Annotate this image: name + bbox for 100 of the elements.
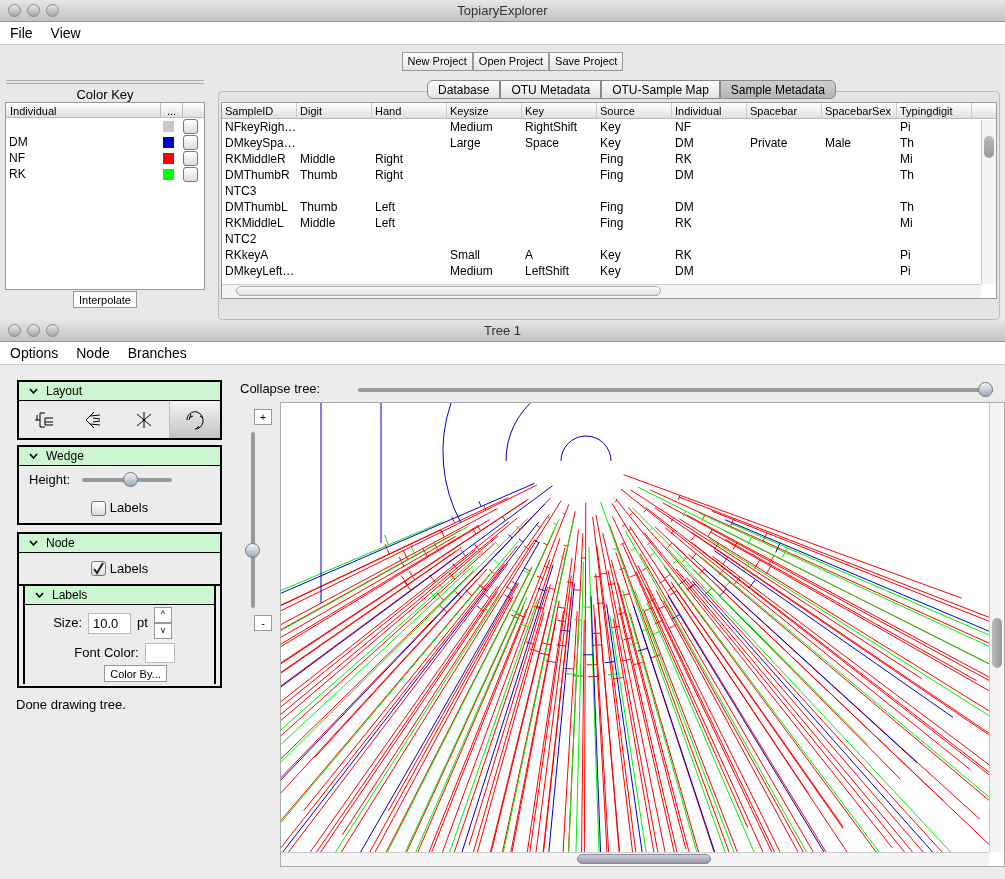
checkbox[interactable] bbox=[183, 134, 198, 150]
table-cell-text: Pi bbox=[899, 247, 912, 263]
radial-tree-icon bbox=[134, 409, 154, 430]
column-header[interactable]: Typingdigit bbox=[897, 103, 972, 118]
menu-item[interactable]: Branches bbox=[127, 342, 187, 364]
table-cell-text: Fing bbox=[599, 167, 625, 183]
table-cell-text: Space bbox=[524, 135, 561, 151]
font-color-swatch[interactable] bbox=[144, 643, 175, 663]
table-cell-text: Left bbox=[374, 215, 396, 231]
tab[interactable]: OTU Metadata bbox=[500, 80, 602, 99]
column-header[interactable]: Spacebar bbox=[747, 103, 822, 118]
table-cell-text: Key bbox=[599, 119, 622, 135]
column-header[interactable]: Individual bbox=[6, 103, 160, 117]
column-header[interactable]: Hand bbox=[372, 103, 447, 118]
column-header[interactable]: Source bbox=[597, 103, 672, 118]
window-control[interactable] bbox=[8, 324, 21, 337]
table-cell-text: Medium bbox=[449, 119, 494, 135]
category-label: NF bbox=[8, 150, 26, 167]
checkbox-label: Labels bbox=[109, 499, 149, 518]
color-swatch[interactable] bbox=[163, 136, 174, 148]
project-button[interactable]: Save Project bbox=[549, 52, 624, 71]
slider-thumb[interactable] bbox=[244, 543, 260, 559]
height-label: Height: bbox=[29, 470, 71, 489]
menu-item[interactable]: View bbox=[50, 22, 81, 44]
collapse-chevron-icon[interactable] bbox=[29, 540, 38, 546]
table-cell-text: RK bbox=[674, 247, 693, 263]
table-cell-text: DMThumbR bbox=[224, 167, 291, 183]
checkbox-label: Labels bbox=[109, 559, 149, 578]
collapse-chevron-icon[interactable] bbox=[29, 388, 38, 394]
checkbox[interactable] bbox=[183, 150, 198, 166]
color-by-button[interactable]: Color By... bbox=[104, 665, 167, 682]
window-control[interactable] bbox=[27, 4, 40, 17]
color-swatch[interactable] bbox=[163, 152, 174, 164]
checkbox[interactable] bbox=[90, 561, 106, 576]
table-cell-text: DM bbox=[674, 199, 695, 215]
horizontal-scrollbar[interactable] bbox=[281, 852, 989, 866]
tab[interactable]: Sample Metadata bbox=[719, 80, 836, 99]
tab[interactable]: Database bbox=[427, 80, 501, 99]
table-cell-text: Thumb bbox=[299, 167, 339, 183]
table-cell-text: RK bbox=[674, 151, 693, 167]
collapse-chevron-icon[interactable] bbox=[35, 592, 44, 598]
table-cell-text: LeftShift bbox=[524, 263, 571, 279]
table-cell-text: Key bbox=[599, 135, 622, 151]
size-field[interactable]: 10.0 bbox=[88, 612, 132, 634]
color-swatch[interactable] bbox=[163, 120, 174, 132]
checkbox[interactable] bbox=[183, 166, 198, 182]
column-header[interactable]: Individual bbox=[672, 103, 747, 118]
size-label: Size: bbox=[53, 614, 83, 633]
table-cell-text: Middle bbox=[299, 215, 337, 231]
slider-thumb[interactable] bbox=[978, 381, 993, 397]
window-control[interactable] bbox=[46, 324, 59, 337]
increment-button[interactable]: ^ bbox=[153, 607, 172, 623]
checkbox[interactable] bbox=[183, 118, 198, 134]
column-header[interactable]: ... bbox=[160, 103, 182, 117]
layout-button[interactable] bbox=[169, 401, 220, 438]
window-control[interactable] bbox=[46, 4, 59, 17]
table-cell-text: Mi bbox=[899, 215, 914, 231]
vertical-scrollbar[interactable] bbox=[989, 403, 1004, 852]
table-cell-text: Male bbox=[824, 135, 852, 151]
vertical-scrollbar[interactable] bbox=[981, 120, 996, 284]
project-button[interactable]: Open Project bbox=[472, 52, 550, 71]
checkbox[interactable] bbox=[90, 500, 106, 516]
menu-item[interactable]: File bbox=[10, 22, 33, 44]
window-title: Tree 1 bbox=[483, 321, 522, 340]
rectangular-tree-icon bbox=[33, 409, 55, 430]
decrement-button[interactable]: v bbox=[153, 623, 172, 639]
table-cell-text: DMThumbL bbox=[224, 199, 289, 215]
zoom-out-button[interactable]: - bbox=[254, 615, 272, 631]
column-header[interactable]: Keysize bbox=[447, 103, 522, 118]
tab[interactable]: OTU-Sample Map bbox=[601, 80, 720, 99]
column-header[interactable]: Key bbox=[522, 103, 597, 118]
table-cell-text: DMkeyLeft… bbox=[224, 263, 296, 279]
menu-item[interactable]: Options bbox=[10, 342, 59, 364]
column-header[interactable]: Digit bbox=[297, 103, 372, 118]
table-cell-text: DMkeySpa… bbox=[224, 135, 297, 151]
menu-item[interactable]: Node bbox=[76, 342, 110, 364]
horizontal-scrollbar[interactable] bbox=[222, 284, 981, 298]
window-control[interactable] bbox=[8, 4, 21, 17]
color-swatch[interactable] bbox=[163, 168, 174, 180]
table-cell-text: A bbox=[524, 247, 534, 263]
table-cell-text: DM bbox=[674, 135, 695, 151]
column-header[interactable]: SpacebarSex bbox=[822, 103, 897, 118]
interpolate-button[interactable]: Interpolate bbox=[73, 291, 137, 308]
table-cell-text: RKMiddleL bbox=[224, 215, 285, 231]
window-title: TopiaryExplorer bbox=[457, 1, 548, 20]
table-cell-text: NF bbox=[674, 119, 692, 135]
table-cell-text: Pi bbox=[899, 119, 912, 135]
table-cell-text: Mi bbox=[899, 151, 914, 167]
project-button[interactable]: New Project bbox=[401, 52, 473, 71]
table-cell-text: Key bbox=[599, 263, 622, 279]
table-cell-text: RKkeyA bbox=[224, 247, 270, 263]
window-control[interactable] bbox=[27, 324, 40, 337]
panel-title: Layout bbox=[46, 383, 83, 400]
zoom-in-button[interactable]: + bbox=[254, 409, 272, 425]
font-color-label: Font Color: bbox=[74, 644, 139, 663]
slider-thumb[interactable] bbox=[123, 472, 139, 487]
table-cell-text: Thumb bbox=[299, 199, 339, 215]
column-header[interactable]: SampleID bbox=[222, 103, 297, 118]
collapse-chevron-icon[interactable] bbox=[29, 453, 38, 459]
table-cell-text: NTC2 bbox=[224, 231, 258, 247]
